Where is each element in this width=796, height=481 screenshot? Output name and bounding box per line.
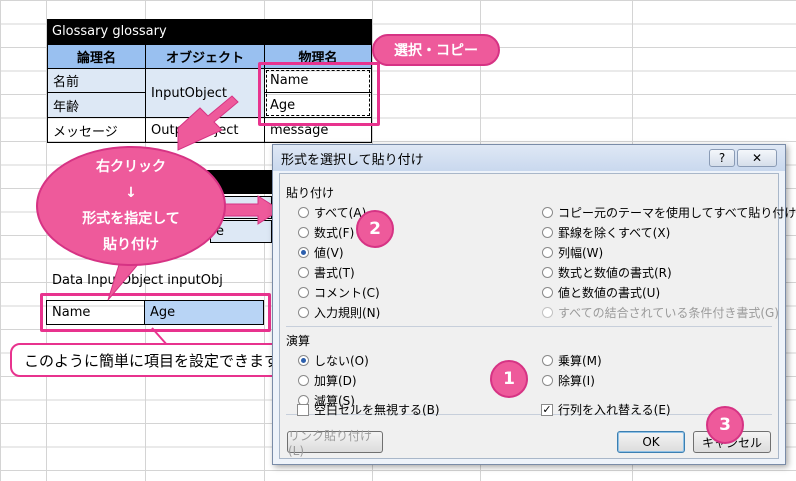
callout-line: 貼り付け (103, 237, 159, 253)
ok-button[interactable]: OK (617, 431, 685, 453)
step-marker-2: 2 (356, 210, 394, 248)
divider (286, 326, 772, 327)
option-except-borders[interactable]: 罫線を除くすべて(X) (542, 224, 670, 241)
radio-icon (542, 267, 553, 278)
paste-link-button: リンク貼り付け(L) (287, 429, 383, 458)
transpose-checkbox[interactable]: ✓ 行列を入れ替える(E) (541, 401, 671, 418)
option-merge-conditional: すべての結合されている条件付き書式(G) (542, 304, 779, 321)
option-theme-all[interactable]: コピー元のテーマを使用してすべて貼り付け(H) (542, 204, 796, 221)
radio-icon (298, 307, 309, 318)
radio-icon (298, 207, 309, 218)
callout-copy: 選択・コピー (372, 34, 500, 66)
option-formulas[interactable]: 数式(F) (298, 224, 354, 241)
radio-disabled-icon (542, 307, 553, 318)
skip-blanks-checkbox[interactable]: 空白セルを無視する(B) (297, 401, 440, 418)
radio-icon (542, 355, 553, 366)
checkbox-checked-icon: ✓ (541, 402, 553, 416)
option-op-multiply[interactable]: 乗算(M) (542, 352, 602, 369)
radio-icon (542, 375, 553, 386)
step-marker-3: 3 (706, 406, 744, 444)
help-button[interactable]: ? (709, 149, 735, 167)
paste-group-label: 貼り付け (286, 186, 335, 200)
radio-icon (542, 227, 553, 238)
step-marker-1: 1 (490, 360, 528, 398)
option-column-widths[interactable]: 列幅(W) (542, 244, 603, 261)
option-validation[interactable]: 入力規則(N) (298, 304, 380, 321)
radio-selected-icon (298, 247, 309, 258)
option-formulas-numbers[interactable]: 数式と数値の書式(R) (542, 264, 672, 281)
radio-icon (298, 287, 309, 298)
calc-group-label: 演算 (286, 334, 311, 348)
option-values-numbers[interactable]: 値と数値の書式(U) (542, 284, 660, 301)
close-button[interactable]: ✕ (737, 149, 777, 167)
option-op-none[interactable]: しない(O) (298, 352, 369, 369)
callout-line: 右クリック (96, 159, 166, 175)
radio-icon (542, 247, 553, 258)
checkbox-icon (297, 403, 309, 416)
option-values[interactable]: 値(V) (298, 244, 344, 261)
callout-line: 形式を指定して (82, 211, 180, 227)
arrow-to-rightclick (177, 95, 239, 151)
radio-icon (298, 227, 309, 238)
option-formats[interactable]: 書式(T) (298, 264, 355, 281)
radio-icon (542, 287, 553, 298)
callout-arrow: ↓ (125, 185, 137, 201)
option-all[interactable]: すべて(A) (298, 204, 366, 221)
radio-icon (298, 375, 309, 386)
dialog-title: 形式を選択して貼り付け (281, 152, 424, 168)
option-comments[interactable]: コメント(C) (298, 284, 380, 301)
radio-icon (542, 207, 553, 218)
callout-rightclick: 右クリック ↓ 形式を指定して 貼り付け (36, 146, 226, 266)
option-op-divide[interactable]: 除算(I) (542, 372, 595, 389)
radio-icon (298, 267, 309, 278)
option-op-add[interactable]: 加算(D) (298, 372, 357, 389)
radio-selected-icon (298, 355, 309, 366)
